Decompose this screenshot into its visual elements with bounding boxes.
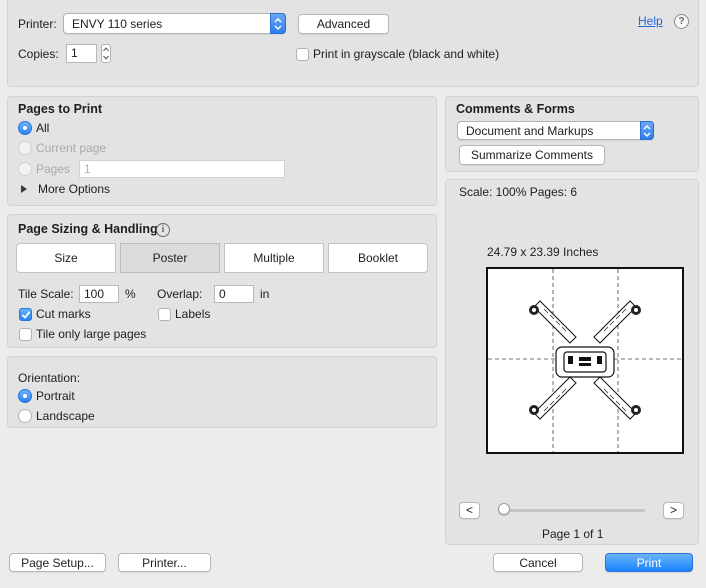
preview-slider-track[interactable] bbox=[503, 509, 645, 512]
cancel-button[interactable]: Cancel bbox=[493, 553, 583, 572]
chevron-updown-icon bbox=[640, 121, 654, 140]
page-sizing-title: Page Sizing & Handling bbox=[18, 222, 158, 236]
current-page-label: Current page bbox=[36, 141, 107, 155]
tab-size[interactable]: Size bbox=[16, 243, 116, 273]
checkmark-icon bbox=[21, 311, 31, 319]
more-options-label[interactable]: More Options bbox=[38, 182, 110, 196]
poster-preview bbox=[486, 267, 684, 454]
comments-select[interactable]: Document and Markups bbox=[457, 121, 654, 140]
comments-select-value: Document and Markups bbox=[466, 124, 594, 138]
pages-range-label: Pages bbox=[36, 162, 71, 176]
labels-checkbox[interactable] bbox=[158, 308, 171, 321]
labels-label: Labels bbox=[175, 307, 211, 321]
poster-dimensions-text: 24.79 x 23.39 Inches bbox=[487, 245, 599, 259]
current-page-radio[interactable] bbox=[18, 141, 32, 155]
grayscale-checkbox[interactable] bbox=[296, 48, 309, 61]
tile-large-pages-checkbox[interactable] bbox=[19, 328, 32, 341]
tile-scale-field[interactable]: 100 bbox=[79, 285, 119, 303]
overlap-field[interactable]: 0 bbox=[214, 285, 254, 303]
pages-range-field[interactable]: 1 bbox=[79, 160, 285, 178]
landscape-radio[interactable] bbox=[18, 409, 32, 423]
page-indicator: Page 1 of 1 bbox=[542, 527, 604, 541]
page-setup-button[interactable]: Page Setup... bbox=[9, 553, 106, 572]
printer-button[interactable]: Printer... bbox=[118, 553, 211, 572]
all-pages-radio[interactable] bbox=[18, 121, 32, 135]
preview-slider-knob[interactable] bbox=[498, 503, 510, 515]
tile-scale-label: Tile Scale: bbox=[18, 287, 74, 301]
portrait-radio[interactable] bbox=[18, 389, 32, 403]
help-link[interactable]: Help bbox=[638, 14, 663, 28]
printer-select-value: ENVY 110 series bbox=[72, 17, 163, 31]
next-page-button[interactable]: > bbox=[663, 502, 684, 519]
tab-booklet[interactable]: Booklet bbox=[328, 243, 428, 273]
comments-forms-title: Comments & Forms bbox=[456, 102, 575, 116]
copies-stepper[interactable] bbox=[101, 44, 111, 63]
scale-pages-text: Scale: 100% Pages: 6 bbox=[459, 185, 578, 199]
advanced-button[interactable]: Advanced bbox=[298, 14, 389, 34]
printer-label: Printer: bbox=[18, 17, 57, 31]
portrait-label: Portrait bbox=[36, 389, 75, 403]
copies-field[interactable]: 1 bbox=[66, 44, 97, 63]
printer-select[interactable]: ENVY 110 series bbox=[63, 13, 286, 34]
disclosure-triangle-icon[interactable] bbox=[20, 184, 28, 194]
summarize-comments-button[interactable]: Summarize Comments bbox=[459, 145, 605, 165]
pages-to-print-title: Pages to Print bbox=[18, 102, 103, 116]
help-icon[interactable]: ? bbox=[674, 14, 689, 29]
tile-scale-unit: % bbox=[125, 287, 136, 301]
all-pages-label: All bbox=[36, 121, 50, 135]
cut-marks-checkbox[interactable] bbox=[19, 308, 32, 321]
grayscale-label: Print in grayscale (black and white) bbox=[313, 47, 500, 61]
quadcopter-frame-image bbox=[488, 269, 682, 452]
tile-large-pages-label: Tile only large pages bbox=[36, 327, 147, 341]
prev-page-button[interactable]: < bbox=[459, 502, 480, 519]
orientation-title: Orientation: bbox=[18, 371, 81, 385]
overlap-label: Overlap: bbox=[157, 287, 203, 301]
cut-marks-label: Cut marks bbox=[36, 307, 91, 321]
landscape-label: Landscape bbox=[36, 409, 95, 423]
print-button[interactable]: Print bbox=[605, 553, 693, 572]
stepper-arrows-icon bbox=[103, 47, 109, 60]
tab-multiple[interactable]: Multiple bbox=[224, 243, 324, 273]
info-icon[interactable]: i bbox=[156, 223, 170, 237]
copies-label: Copies: bbox=[18, 47, 59, 61]
chevron-updown-icon bbox=[270, 13, 286, 34]
pages-range-radio[interactable] bbox=[18, 162, 32, 176]
tab-poster[interactable]: Poster bbox=[120, 243, 220, 273]
overlap-unit: in bbox=[260, 287, 270, 301]
